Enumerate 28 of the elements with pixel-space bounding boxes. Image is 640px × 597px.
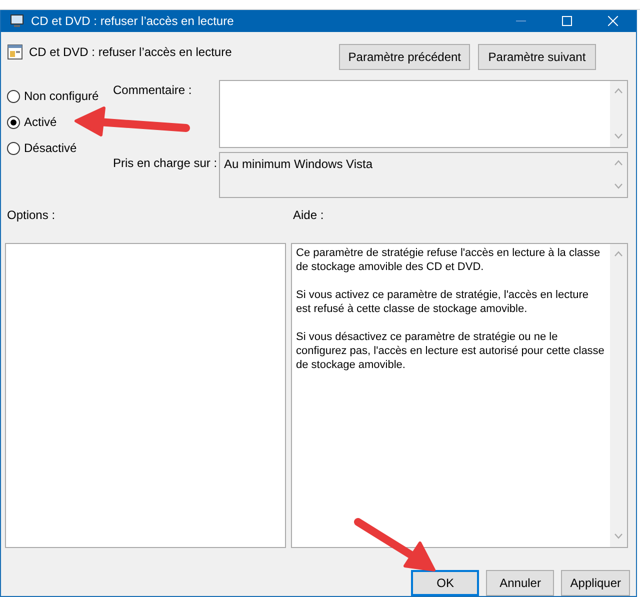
scrollbar[interactable] — [610, 244, 627, 547]
ok-button[interactable]: OK — [411, 570, 480, 596]
supported-on-value: Au minimum Windows Vista — [224, 157, 372, 171]
help-label: Aide : — [292, 207, 325, 224]
radio-button[interactable] — [7, 90, 20, 102]
window-title: CD et DVD : refuser l’accès en lecture — [31, 14, 235, 28]
radio-label[interactable]: Activé — [24, 115, 57, 129]
comment-field[interactable] — [219, 80, 628, 148]
options-label: Options : — [6, 207, 56, 224]
scrollbar[interactable] — [610, 81, 627, 147]
policy-title: CD et DVD : refuser l’accès en lecture — [29, 44, 233, 59]
help-paragraph: Ce paramètre de stratégie refuse l'accès en lecture à la classe de stockage amovible des CD et DVD. — [296, 246, 602, 274]
radio-button[interactable] — [7, 116, 20, 128]
policy-icon — [7, 44, 23, 60]
close-icon — [608, 16, 618, 26]
cancel-button[interactable]: Annuler — [486, 570, 554, 596]
previous-setting-button[interactable]: Paramètre précédent — [339, 44, 470, 70]
computer-icon — [9, 13, 25, 29]
radio-label[interactable]: Non configuré — [24, 89, 99, 103]
maximize-icon — [562, 16, 572, 26]
help-paragraph: Si vous activez ce paramètre de stratégie, l'accès en lecture est refusé à cette classe de stockage amovible. — [296, 288, 590, 316]
apply-button[interactable]: Appliquer — [561, 570, 630, 596]
supported-on-label: Pris en charge sur : — [113, 156, 218, 170]
help-paragraph: Si vous désactivez ce paramètre de stratégie ou ne le configurez pas, l'accès en lecture est autorisé pour cette classe de stockage amovible. — [296, 330, 605, 372]
radio-button[interactable] — [7, 142, 20, 154]
radio-label[interactable]: Désactivé — [24, 141, 77, 155]
comment-label: Commentaire : — [113, 82, 192, 97]
next-setting-button[interactable]: Paramètre suivant — [478, 44, 596, 70]
